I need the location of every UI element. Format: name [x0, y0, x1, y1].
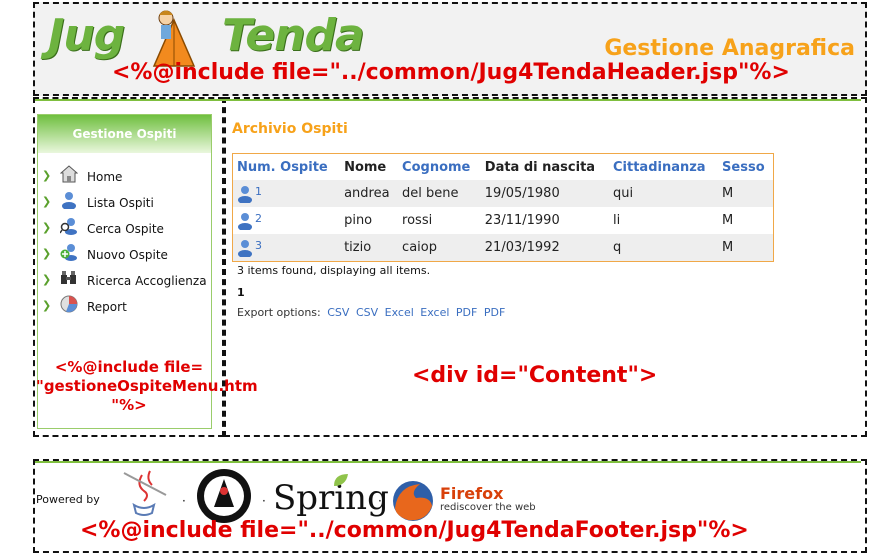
chart-icon: [60, 295, 78, 313]
separator-dot: ·: [182, 494, 186, 508]
cell-nome: tizio: [340, 234, 399, 262]
cell-cittadinanza: qui: [609, 180, 719, 207]
house-icon: [60, 165, 78, 183]
chevron-right-icon: ❯: [42, 247, 52, 260]
cell-data: 19/05/1980: [480, 180, 609, 207]
menu-item-lista-ospiti[interactable]: ❯ Lista Ospiti: [38, 191, 211, 217]
chevron-right-icon: ❯: [42, 221, 52, 234]
cell-cognome: rossi: [398, 207, 481, 234]
header-include-annotation: <%@include file="../common/Jug4TendaHead…: [112, 60, 790, 85]
table-row: 1 andrea del bene 19/05/1980 qui M: [232, 180, 774, 207]
export-pdf-link[interactable]: PDF: [484, 306, 505, 319]
menu-item-label: Cerca Ospite: [87, 222, 164, 236]
firefox-tagline: rediscover the web: [440, 502, 536, 513]
cell-cognome: del bene: [398, 180, 481, 207]
menu-item-label: Lista Ospiti: [87, 196, 154, 210]
cell-nome: pino: [340, 207, 399, 234]
chevron-right-icon: ❯: [42, 195, 52, 208]
content-include-annotation: <div id="Content">: [412, 363, 658, 388]
export-csv-link[interactable]: CSV: [356, 306, 378, 319]
users-icon: [62, 192, 76, 209]
menu-item-label: Report: [87, 300, 127, 314]
footer-include-annotation: <%@include file="../common/Jug4TendaFoot…: [80, 518, 749, 543]
table-row: 2 pino rossi 23/11/1990 li M: [232, 207, 774, 234]
chevron-right-icon: ❯: [42, 299, 52, 312]
user-icon: [238, 185, 252, 203]
add-user-icon: [60, 244, 77, 261]
column-header-num-ospite[interactable]: Num. Ospite: [233, 154, 341, 181]
export-csv-link[interactable]: CSV: [327, 306, 349, 319]
java-logo-icon: [123, 470, 167, 516]
cell-data: 21/03/1992: [480, 234, 609, 262]
menu-include-line: "%>: [111, 396, 147, 414]
powered-by-label: Powered by: [36, 493, 100, 506]
guest-id-link[interactable]: 3: [255, 239, 262, 252]
export-excel-link[interactable]: Excel: [420, 306, 449, 319]
search-user-icon: [60, 218, 77, 235]
separator-dot: ·: [378, 494, 382, 508]
export-label: Export options:: [237, 306, 321, 319]
cell-id: 2: [232, 207, 341, 234]
menu-include-annotation: <%@include file= "gestioneOspiteMenu.htm…: [36, 358, 258, 415]
binoculars-icon: [61, 271, 76, 284]
column-header-sesso[interactable]: Sesso: [718, 154, 773, 181]
guest-id-link[interactable]: 1: [255, 185, 262, 198]
cell-id: 1: [232, 180, 341, 207]
separator-dot: ·: [262, 494, 266, 508]
menu-include-line: "gestioneOspiteMenu.htm: [36, 377, 258, 395]
cell-cittadinanza: li: [609, 207, 719, 234]
cell-sesso: M: [718, 207, 774, 234]
content-title: Archivio Ospiti: [232, 121, 348, 137]
items-found-text: 3 items found, displaying all items.: [237, 264, 431, 277]
guest-id-link[interactable]: 2: [255, 212, 262, 225]
column-header-nome: Nome: [344, 159, 387, 175]
table-header-row: Num. Ospite Nome Cognome Data di nascita…: [233, 154, 774, 181]
menu-item-ricerca-accoglienza[interactable]: ❯ Ricerca Accoglienza: [38, 269, 211, 295]
page-number[interactable]: 1: [237, 286, 245, 299]
menu-item-report[interactable]: ❯ Report: [38, 295, 211, 321]
menu-item-cerca-ospite[interactable]: ❯ Cerca Ospite: [38, 217, 211, 243]
cell-cittadinanza: q: [609, 234, 719, 262]
cell-cognome: caiop: [398, 234, 481, 262]
menu-include-line: <%@include file=: [54, 358, 204, 376]
spring-logo-text: Spring: [273, 478, 389, 518]
column-header-cittadinanza[interactable]: Cittadinanza: [609, 154, 718, 181]
logo-tenda-text: Tenda: [222, 10, 365, 61]
menu-item-label: Nuovo Ospite: [87, 248, 168, 262]
column-header-data-nascita: Data di nascita: [484, 159, 596, 175]
firefox-logo-text: Firefox: [440, 484, 504, 503]
page-title: Gestione Anagrafica: [604, 36, 855, 61]
header-divider: [35, 99, 861, 101]
cell-data: 23/11/1990: [480, 207, 609, 234]
chevron-right-icon: ❯: [42, 273, 52, 286]
export-pdf-link[interactable]: PDF: [456, 306, 477, 319]
cell-sesso: M: [718, 234, 774, 262]
cell-nome: andrea: [340, 180, 399, 207]
spring-leaf-icon: [334, 474, 348, 486]
export-excel-link[interactable]: Excel: [385, 306, 414, 319]
logo-jug-text: Jug: [48, 10, 125, 61]
tent-mascot-icon: [152, 10, 196, 67]
menu-heading: Gestione Ospiti: [38, 115, 211, 153]
table-row: 3 tizio caiop 21/03/1992 q M: [232, 234, 774, 262]
guests-table: Num. Ospite Nome Cognome Data di nascita…: [232, 153, 774, 262]
user-icon: [238, 239, 252, 257]
menu-item-home[interactable]: ❯ Home: [38, 165, 211, 191]
column-header-cognome[interactable]: Cognome: [398, 154, 481, 181]
user-icon: [238, 212, 252, 230]
menu-item-label: Home: [87, 170, 123, 184]
jug-logo-icon: [197, 469, 251, 523]
export-options: Export options: CSV CSV Excel Excel PDF …: [237, 306, 505, 319]
menu-item-label: Ricerca Accoglienza: [87, 274, 207, 288]
footer-divider: [35, 461, 861, 463]
chevron-right-icon: ❯: [42, 169, 52, 182]
cell-id: 3: [232, 234, 341, 262]
cell-sesso: M: [718, 180, 774, 207]
menu-item-nuovo-ospite[interactable]: ❯ Nuovo Ospite: [38, 243, 211, 269]
